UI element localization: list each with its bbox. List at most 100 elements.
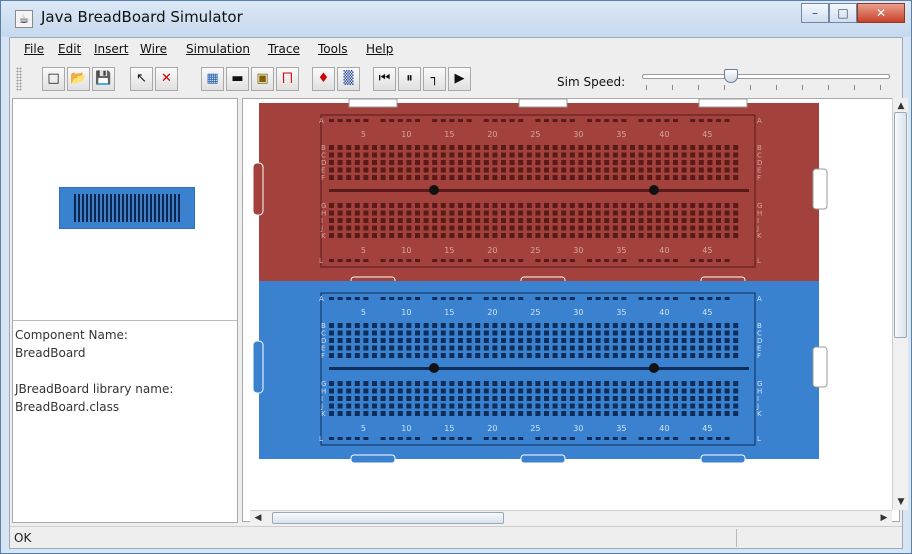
hole	[733, 225, 739, 231]
scroll-left-arrow-icon[interactable]: ◀	[250, 511, 266, 526]
slider-track[interactable]	[642, 74, 890, 79]
close-button[interactable]: ✕	[857, 3, 905, 23]
display-chip-icon[interactable]: ▣	[251, 67, 274, 91]
toolbar-grip[interactable]	[16, 67, 22, 91]
hole	[595, 203, 601, 208]
hole	[449, 233, 455, 238]
column-number: 20	[487, 308, 497, 317]
hole	[372, 160, 377, 165]
slider-thumb[interactable]	[723, 69, 738, 83]
rail-hole	[449, 259, 455, 262]
hole	[346, 233, 352, 238]
row-label: F	[321, 352, 325, 360]
circuit-canvas[interactable]: A A L L 5 10 15 20 25 30 35 40 45 5 10 15 20 25 30 35 40 45 B B…	[242, 98, 900, 522]
hole	[329, 323, 334, 328]
menu-simulation[interactable]: Simulation	[186, 42, 250, 56]
hole	[440, 210, 446, 216]
hole	[604, 175, 610, 180]
menu-wire[interactable]: Wire	[140, 42, 167, 56]
title-bar[interactable]: ☕ Java BreadBoard Simulator – □ ✕	[1, 1, 911, 37]
menu-edit[interactable]: Edit	[58, 42, 81, 56]
step-icon[interactable]: ┐	[423, 67, 446, 91]
hole	[707, 160, 713, 165]
row-label: F	[757, 352, 761, 360]
rewind-icon[interactable]: ⏮	[373, 67, 396, 91]
hole	[612, 225, 618, 231]
hole	[466, 353, 472, 358]
hole	[509, 338, 515, 343]
minimize-button[interactable]: –	[801, 3, 829, 23]
hole	[569, 145, 575, 150]
hole	[492, 353, 498, 358]
horizontal-scroll-thumb[interactable]	[272, 512, 504, 524]
hole	[475, 203, 481, 208]
menu-tools[interactable]: Tools	[318, 42, 348, 56]
pause-icon[interactable]: ⏸	[398, 67, 421, 91]
chip-icon[interactable]: ▬	[226, 67, 249, 91]
hole	[698, 210, 704, 216]
wire-icon[interactable]: ⨅	[276, 67, 299, 91]
hole	[655, 233, 661, 238]
probe-icon[interactable]: ♦	[312, 67, 335, 91]
hole	[673, 330, 678, 336]
menu-file[interactable]: File	[24, 42, 44, 56]
vertical-scroll-thumb[interactable]	[894, 112, 907, 338]
hole	[423, 152, 429, 158]
hole	[415, 203, 420, 208]
breadboard-canvas[interactable]: A AL L5 10 15 20 25 30 35 40 455 10 15 20 25 30 35 40 45B B…	[243, 99, 900, 522]
status-text: OK	[14, 531, 32, 545]
menu-help[interactable]: Help	[366, 42, 393, 56]
hole	[415, 160, 420, 165]
column-number: 5	[361, 246, 366, 255]
hole	[509, 203, 515, 208]
hole	[492, 323, 498, 328]
hole	[449, 167, 455, 173]
maximize-button[interactable]: □	[829, 3, 857, 23]
rail-hole	[638, 437, 644, 440]
scroll-down-arrow-icon[interactable]: ▼	[893, 494, 909, 510]
dip-switch-icon[interactable]: ▒	[337, 67, 360, 91]
slider-ticks	[646, 85, 886, 90]
horizontal-scrollbar[interactable]: ◀ ▶	[250, 510, 892, 525]
hole	[569, 160, 575, 165]
hole	[337, 330, 343, 336]
hole	[509, 388, 515, 394]
play-icon[interactable]: ▶	[448, 67, 471, 91]
hole	[578, 403, 584, 409]
hole	[406, 167, 412, 173]
save-icon[interactable]: 💾	[92, 67, 115, 91]
column-number: 5	[361, 308, 366, 317]
hole	[707, 381, 713, 386]
hole	[354, 233, 360, 238]
hole	[698, 330, 704, 336]
rail-hole	[621, 297, 627, 300]
hole	[698, 175, 704, 180]
hole	[561, 353, 567, 358]
menu-insert[interactable]: Insert	[94, 42, 128, 56]
scroll-right-arrow-icon[interactable]: ▶	[876, 511, 892, 526]
hole	[578, 152, 584, 158]
hole	[630, 210, 635, 216]
row-label: F	[321, 174, 325, 182]
hole	[466, 411, 472, 416]
hole	[397, 381, 403, 386]
hole	[483, 388, 489, 394]
hole	[664, 175, 670, 180]
hole	[604, 323, 610, 328]
new-file-icon[interactable]: □	[42, 67, 65, 91]
hole	[475, 330, 481, 336]
breadboard-icon[interactable]: ▦	[201, 67, 224, 91]
hole	[475, 381, 481, 386]
select-pointer-icon[interactable]: ↖	[130, 67, 153, 91]
hole	[673, 203, 678, 208]
hole	[449, 175, 455, 180]
delete-icon[interactable]: ✕	[155, 67, 178, 91]
hole	[354, 225, 360, 231]
sim-speed-slider[interactable]	[640, 68, 894, 92]
menu-trace[interactable]: Trace	[268, 42, 300, 56]
hole	[561, 160, 567, 165]
hole	[587, 338, 592, 343]
open-folder-icon[interactable]: 📂	[67, 67, 90, 91]
hole	[561, 345, 567, 351]
vertical-scrollbar[interactable]: ▲ ▼	[892, 98, 908, 510]
